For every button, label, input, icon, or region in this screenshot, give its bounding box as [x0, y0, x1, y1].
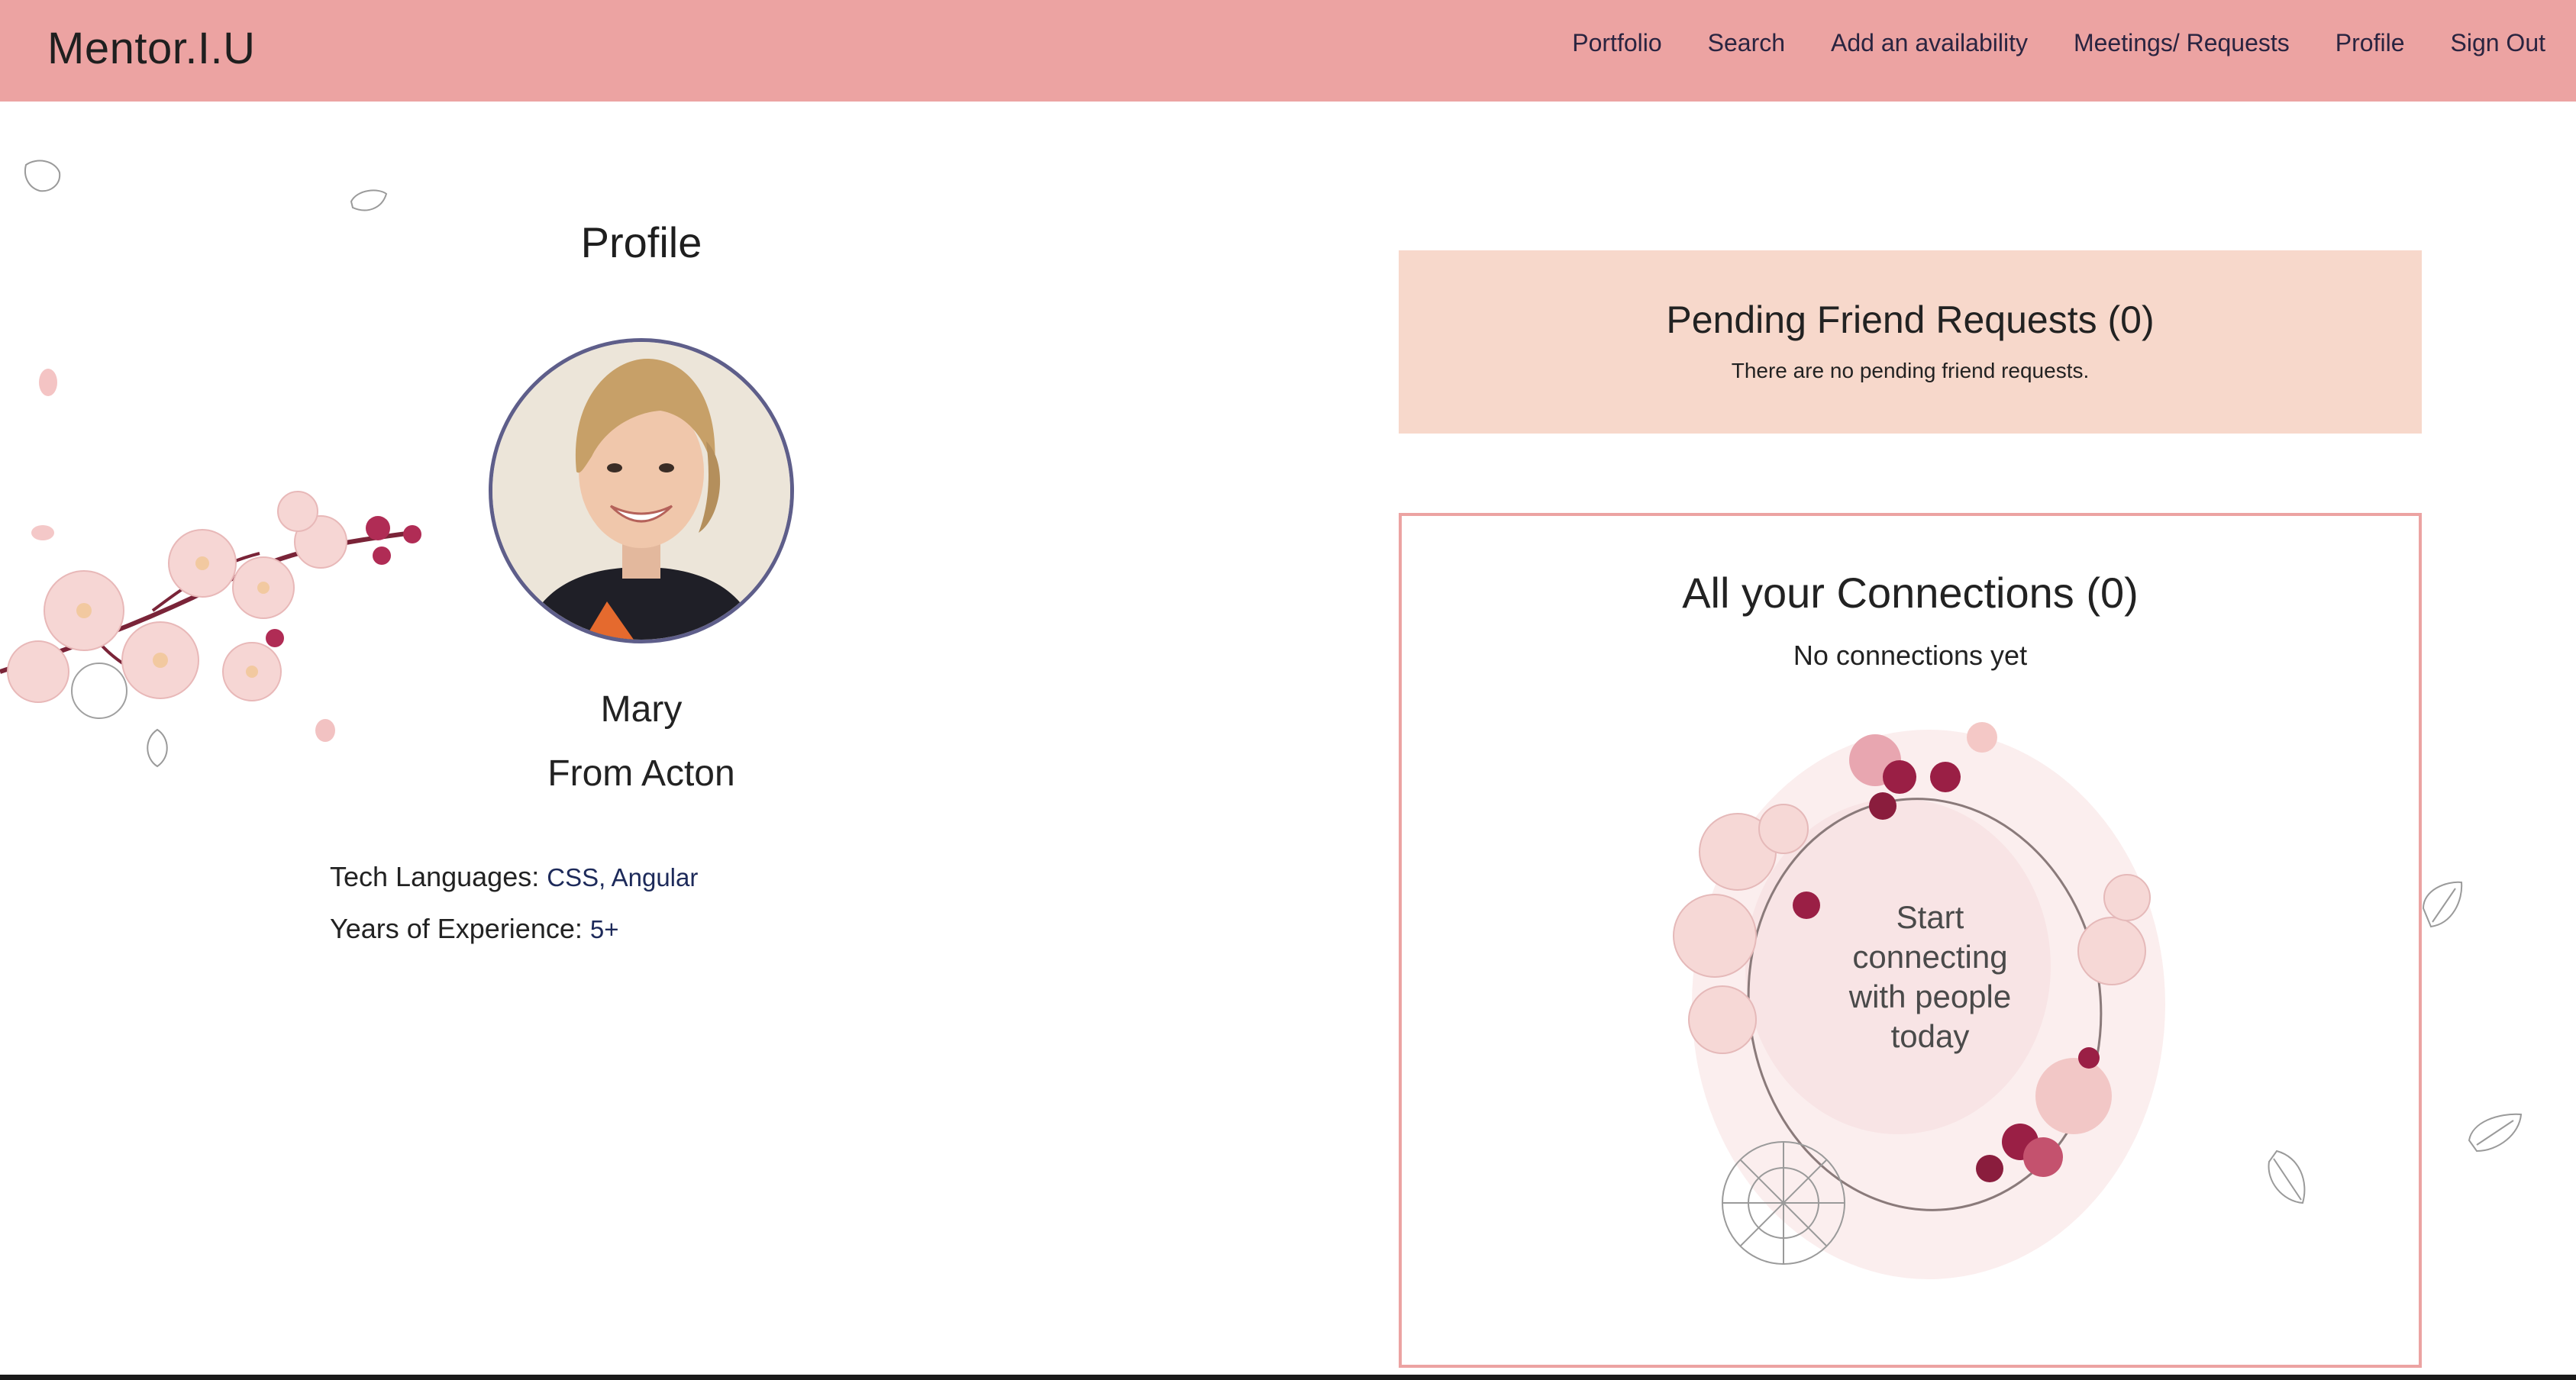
petal-outline-icon [350, 189, 388, 211]
wreath-line-3: with people [1848, 979, 2011, 1014]
top-navbar: Mentor.I.U Portfolio Search Add an avail… [0, 0, 2576, 102]
petal-outline-icon [24, 160, 61, 192]
pending-requests-empty: There are no pending friend requests. [1731, 359, 2090, 382]
experience-row: Years of Experience: 5+ [330, 913, 619, 945]
brand-logo[interactable]: Mentor.I.U [47, 23, 256, 74]
connections-title: All your Connections (0) [1682, 569, 2139, 617]
pending-requests-card: Pending Friend Requests (0) There are no… [1399, 250, 2422, 434]
avatar-photo [492, 342, 790, 640]
petal-pink-icon [39, 369, 57, 396]
tech-languages-row: Tech Languages: CSS, Angular [330, 861, 698, 893]
experience-value: 5+ [589, 915, 619, 943]
petal-outline-icon [2268, 1149, 2306, 1204]
main-nav: Portfolio Search Add an availability Mee… [1572, 29, 2545, 66]
page-title: Profile [580, 218, 702, 266]
wreath-line-1: Start [1896, 899, 1964, 935]
tech-languages-value: CSS, Angular [547, 863, 699, 892]
nav-add-availability[interactable]: Add an availability [1831, 29, 2028, 66]
user-name: Mary [600, 689, 683, 730]
petal-outline-icon [2468, 1113, 2523, 1153]
connections-card: All your Connections (0) No connections … [1399, 513, 2422, 1368]
tech-languages-label: Tech Languages: [330, 861, 540, 892]
start-connecting-illustration: Start connecting with people today [1661, 707, 2196, 1302]
user-location: From Acton [547, 753, 735, 794]
wreath-line-2: connecting [1852, 939, 2007, 975]
nav-sign-out[interactable]: Sign Out [2450, 29, 2545, 66]
nav-profile[interactable]: Profile [2336, 29, 2405, 66]
nav-meetings-requests[interactable]: Meetings/ Requests [2074, 29, 2290, 66]
nav-portfolio[interactable]: Portfolio [1572, 29, 1661, 66]
avatar [489, 338, 794, 643]
wreath-line-4: today [1891, 1018, 1970, 1054]
start-connecting-text: Start connecting with people today [1848, 899, 2011, 1054]
petal-outline-icon [2422, 881, 2463, 928]
pending-requests-title: Pending Friend Requests (0) [1666, 298, 2155, 341]
bottom-border [0, 1375, 2576, 1380]
experience-label: Years of Experience: [330, 913, 583, 944]
connections-empty: No connections yet [1793, 640, 2028, 671]
nav-search[interactable]: Search [1708, 29, 1785, 66]
